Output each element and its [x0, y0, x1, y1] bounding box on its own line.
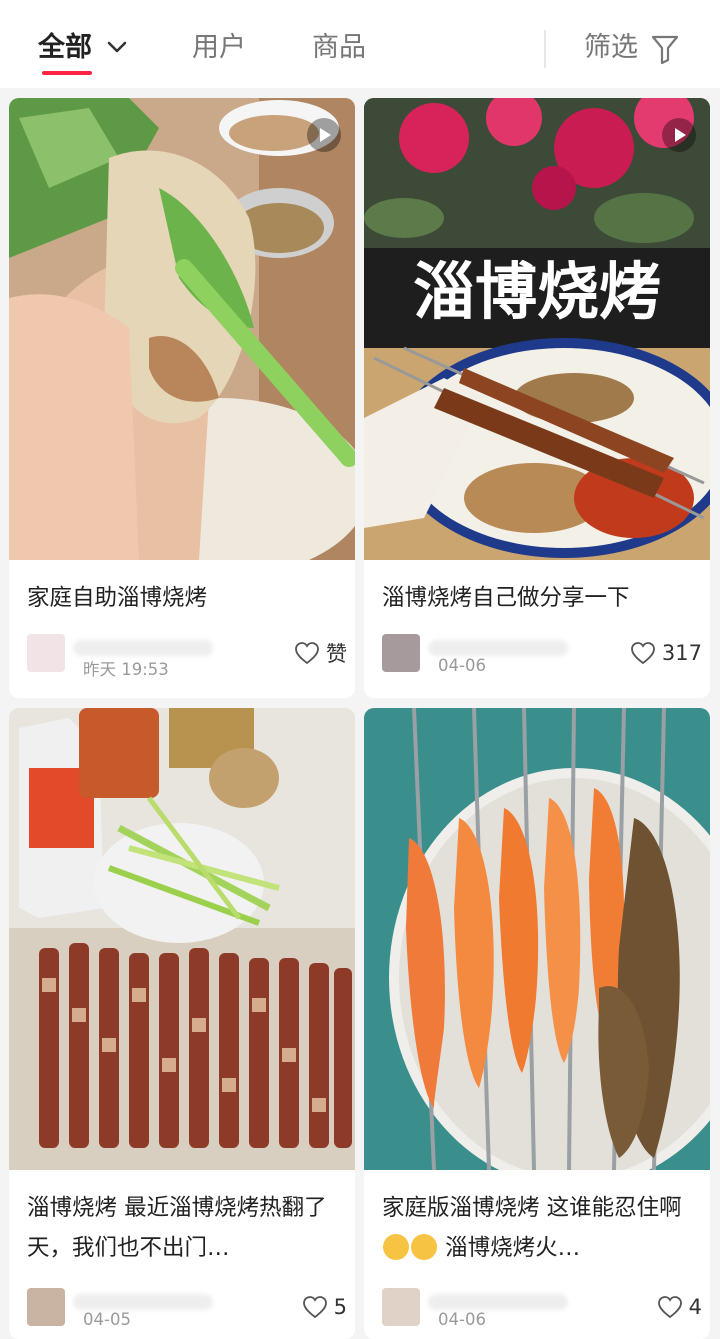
avatar[interactable]	[27, 1288, 65, 1326]
heart-icon	[295, 642, 319, 665]
avatar[interactable]	[27, 634, 65, 672]
note-title[interactable]: 淄博烧烤自己做分享一下	[382, 578, 694, 618]
note-title-text: 家庭版淄博烧烤 这谁能忍住啊	[382, 1195, 682, 1221]
filter-icon[interactable]	[650, 33, 680, 65]
tab-goods[interactable]: 商品	[312, 28, 366, 68]
like-button[interactable]: 4	[657, 1292, 702, 1322]
note-meta: 04-05 5	[27, 1288, 347, 1329]
note-date: 04-06	[438, 656, 486, 675]
author-name-blurred[interactable]	[73, 640, 213, 656]
chevron-down-icon[interactable]	[106, 36, 128, 58]
note-title[interactable]: 淄博烧烤 最近淄博烧烤热翻了天，我们也不出门…	[27, 1188, 339, 1268]
cover-overlay-text: 淄博烧烤	[413, 255, 661, 328]
note-cover-image[interactable]	[9, 708, 355, 1170]
tab-divider	[544, 30, 546, 68]
drooling-face-emoji-icon	[383, 1234, 409, 1260]
drooling-face-emoji-icon	[411, 1234, 437, 1260]
note-cover-image[interactable]	[364, 708, 710, 1170]
heart-icon	[657, 1296, 682, 1319]
note-title-text-2: 淄博烧烤火…	[438, 1235, 581, 1261]
note-cover-image[interactable]: 淄博烧烤	[364, 98, 710, 560]
note-cover-image[interactable]	[9, 98, 355, 560]
note-date: 昨天 19:53	[83, 660, 169, 679]
note-title[interactable]: 家庭自助淄博烧烤	[27, 578, 339, 618]
heart-icon	[302, 1296, 327, 1319]
avatar[interactable]	[382, 1288, 420, 1326]
like-count: 4	[688, 1295, 702, 1319]
video-play-icon	[307, 118, 341, 152]
note-card[interactable]: 淄博烧烤 淄博烧烤自己做分享一下 04-06 317	[364, 98, 710, 698]
note-date: 04-05	[83, 1310, 131, 1329]
filter-button[interactable]: 筛选	[584, 28, 638, 68]
note-card[interactable]: 淄博烧烤 最近淄博烧烤热翻了天，我们也不出门… 04-05 5	[9, 708, 355, 1339]
like-button[interactable]: 5	[302, 1292, 347, 1322]
like-count: 赞	[326, 642, 347, 666]
author-name-blurred[interactable]	[428, 640, 568, 656]
heart-icon	[631, 642, 655, 665]
video-play-icon	[662, 118, 696, 152]
note-meta: 04-06 4	[382, 1288, 702, 1329]
search-tab-bar: 全部 用户 商品 筛选	[0, 0, 720, 88]
tab-users[interactable]: 用户	[192, 28, 246, 68]
like-count: 5	[333, 1295, 347, 1319]
like-button[interactable]: 赞	[294, 638, 347, 668]
active-tab-indicator	[42, 71, 92, 75]
tab-all[interactable]: 全部	[38, 28, 92, 68]
like-count: 317	[661, 641, 702, 665]
note-meta: 04-06 317	[382, 634, 702, 675]
author-name-blurred[interactable]	[428, 1294, 568, 1310]
note-card[interactable]: 家庭版淄博烧烤 这谁能忍住啊 淄博烧烤火… 04-06 4	[364, 708, 710, 1339]
avatar[interactable]	[382, 634, 420, 672]
author-name-blurred[interactable]	[73, 1294, 213, 1310]
note-card[interactable]: 家庭自助淄博烧烤 昨天 19:53 赞	[9, 98, 355, 698]
like-button[interactable]: 317	[630, 638, 702, 668]
note-meta: 昨天 19:53 赞	[27, 634, 347, 679]
note-date: 04-06	[438, 1310, 486, 1329]
note-title[interactable]: 家庭版淄博烧烤 这谁能忍住啊 淄博烧烤火…	[382, 1188, 694, 1268]
